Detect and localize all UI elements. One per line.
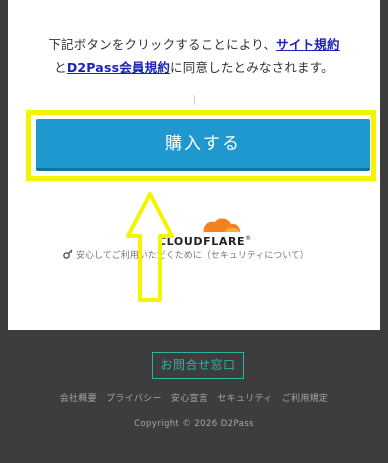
- terms-prefix: 下記ボタンをクリックすることにより、: [48, 37, 277, 52]
- terms-notice: 下記ボタンをクリックすることにより、サイト規約 とD2Pass会員規約に同意した…: [8, 33, 380, 79]
- footer-link-assurance[interactable]: 安心宣言: [171, 394, 208, 404]
- security-note-link[interactable]: 安心してご利用いただくために（セキュリティについて）: [63, 248, 343, 261]
- footer-link-security[interactable]: セキュリティ: [217, 394, 272, 404]
- key-icon: [63, 249, 73, 259]
- security-note-text: 安心してご利用いただくために（セキュリティについて）: [76, 251, 309, 261]
- purchase-button[interactable]: 購入する: [36, 119, 370, 171]
- footer-link-privacy[interactable]: プライバシー: [106, 394, 162, 404]
- site-terms-link[interactable]: サイト規約: [276, 37, 340, 52]
- annotation-arrow-up-icon: [126, 192, 174, 302]
- d2pass-terms-link[interactable]: D2Pass会員規約: [67, 60, 170, 75]
- footer-link-company[interactable]: 会社概要: [60, 394, 97, 404]
- divider: [194, 95, 195, 105]
- footer-links: 会社概要 プライバシー 安心宣言 セキュリティ ご利用規定: [0, 391, 388, 404]
- terms-suffix: に同意したとみなされます。: [170, 60, 334, 75]
- registered-mark: ®: [245, 235, 252, 242]
- copyright-text: Copyright © 2026 D2Pass: [134, 419, 254, 429]
- footer-link-terms[interactable]: ご利用規定: [282, 394, 329, 404]
- footer: お問合せ窓口 会社概要 プライバシー 安心宣言 セキュリティ ご利用規定 Cop…: [0, 330, 388, 463]
- terms-middle: と: [54, 60, 67, 75]
- contact-button[interactable]: お問合せ窓口: [152, 352, 244, 379]
- purchase-card: 下記ボタンをクリックすることにより、サイト規約 とD2Pass会員規約に同意した…: [8, 0, 380, 330]
